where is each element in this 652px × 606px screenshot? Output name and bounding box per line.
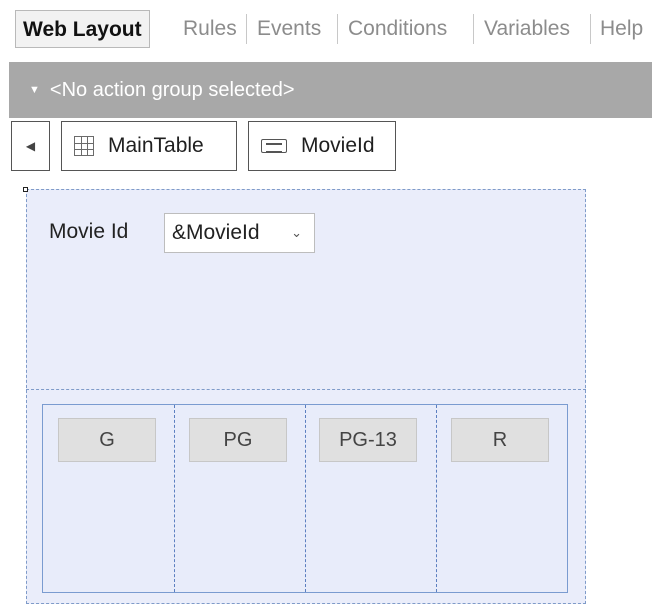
rating-button-g[interactable]: G — [58, 418, 156, 462]
breadcrumb-item-label: MainTable — [108, 134, 204, 157]
action-group-selector[interactable]: ▼ <No action group selected> — [9, 62, 652, 118]
rating-button-r[interactable]: R — [451, 418, 549, 462]
tab-web-layout[interactable]: Web Layout — [15, 10, 150, 48]
combo-value: &MovieId — [172, 221, 260, 244]
tab-separator — [590, 14, 591, 44]
table-row-divider — [26, 389, 586, 390]
movie-id-combo[interactable]: &MovieId ⌄ — [164, 213, 315, 253]
tab-separator — [246, 14, 247, 44]
rating-button-pg[interactable]: PG — [189, 418, 287, 462]
selection-handle[interactable] — [23, 187, 28, 192]
tab-events[interactable]: Events — [251, 10, 327, 48]
table-column-divider — [174, 405, 175, 592]
breadcrumb-item-label: MovieId — [301, 134, 375, 157]
table-column-divider — [305, 405, 306, 592]
tab-help[interactable]: Help — [594, 10, 649, 48]
tab-conditions[interactable]: Conditions — [342, 10, 453, 48]
table-column-divider — [436, 405, 437, 592]
breadcrumb-item-maintable[interactable]: MainTable — [61, 121, 237, 171]
caret-down-icon: ▼ — [29, 84, 40, 96]
tab-variables[interactable]: Variables — [478, 10, 576, 48]
variable-attribute-icon — [261, 139, 287, 153]
tab-bar: Web Layout Rules Events Conditions Varia… — [0, 0, 652, 60]
table-grid-icon — [74, 136, 94, 156]
breadcrumb-item-movieid[interactable]: MovieId — [248, 121, 396, 171]
tab-separator — [473, 14, 474, 44]
action-group-label: <No action group selected> — [49, 79, 295, 101]
chevron-down-icon: ⌄ — [291, 225, 302, 240]
breadcrumb-back-button[interactable]: ◀ — [11, 121, 50, 171]
tab-rules[interactable]: Rules — [177, 10, 243, 48]
rating-button-pg-13[interactable]: PG-13 — [319, 418, 417, 462]
chevron-left-icon: ◀ — [25, 139, 36, 153]
movie-id-label: Movie Id — [49, 220, 129, 243]
tab-separator — [337, 14, 338, 44]
